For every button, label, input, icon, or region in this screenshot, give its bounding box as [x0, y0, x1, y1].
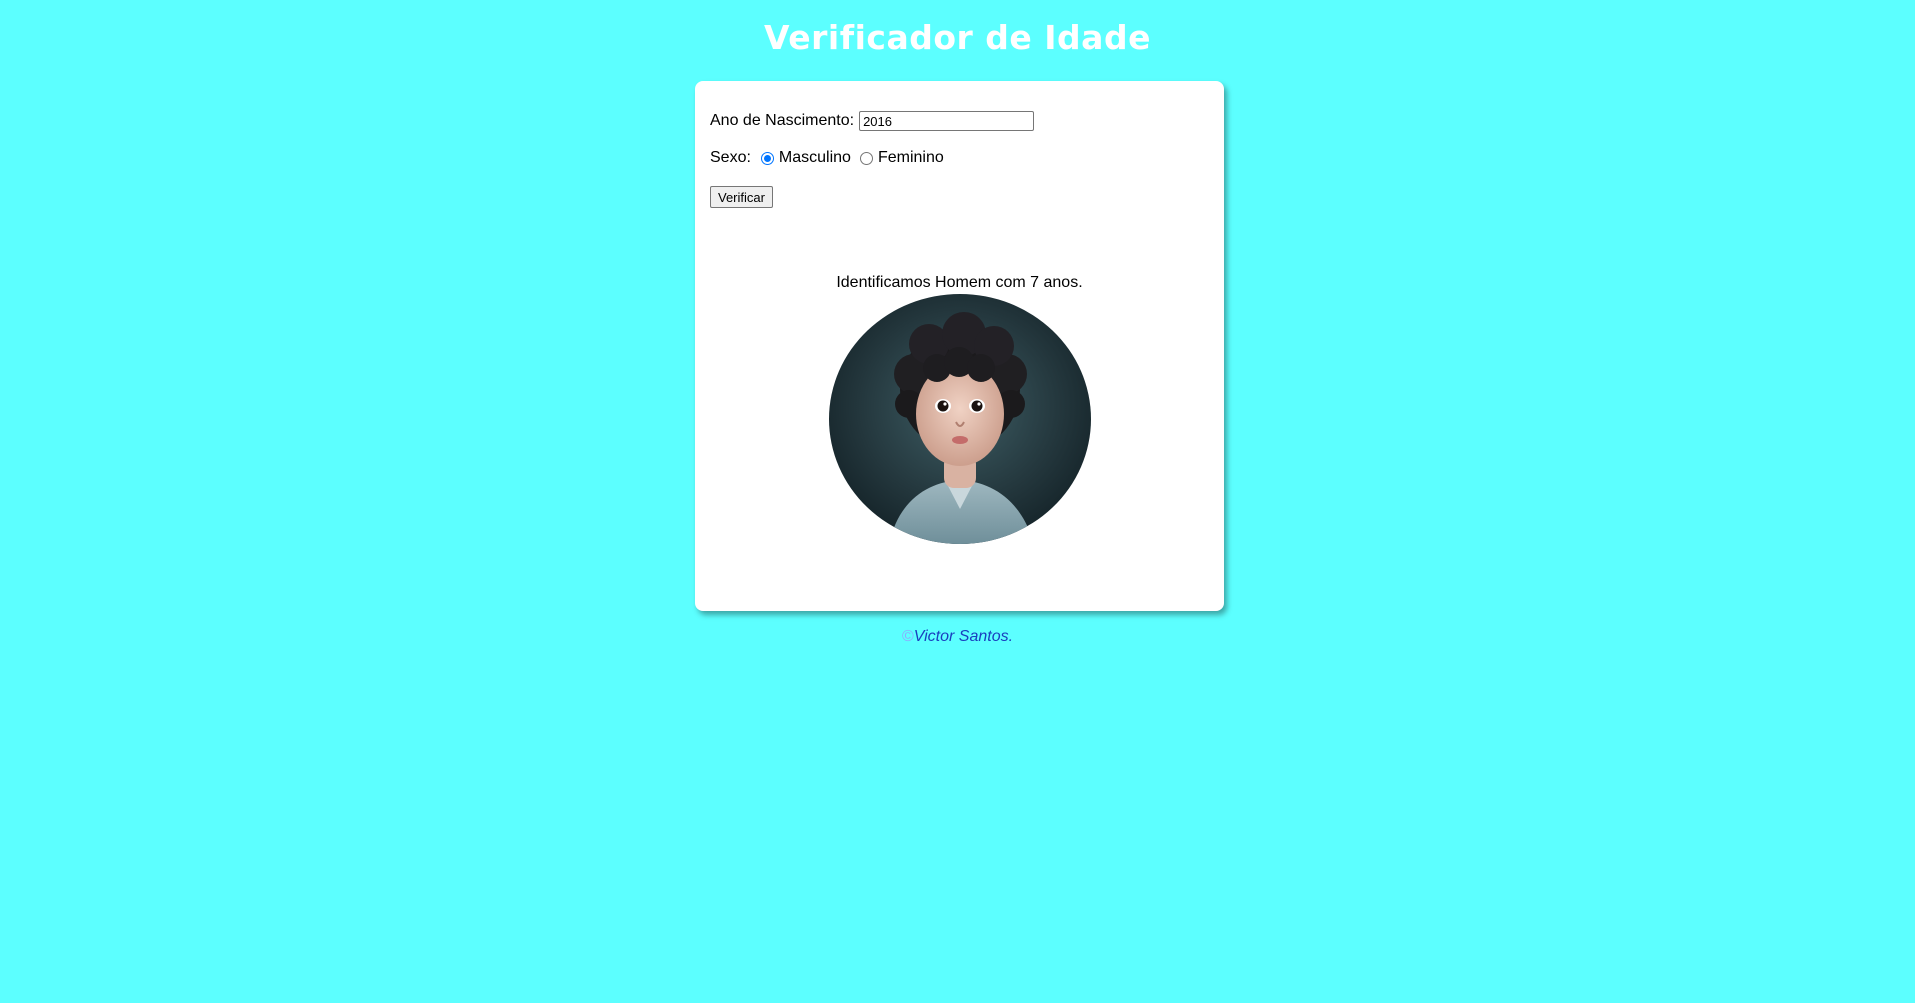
child-portrait-image	[828, 294, 1091, 544]
result-text: Identificamos Homem com 7 anos.	[836, 274, 1083, 291]
radio-masculino-label[interactable]: Masculino	[779, 149, 851, 167]
copyright-symbol: ©	[901, 628, 914, 645]
page-title: Verificador de Idade	[764, 18, 1151, 57]
footer: ©Victor Santos.	[0, 628, 1915, 646]
sex-row: Sexo: Masculino Feminino	[710, 149, 944, 167]
radio-masculino[interactable]	[760, 151, 774, 165]
author-link[interactable]: Victor Santos.	[914, 628, 1013, 645]
sex-label: Sexo:	[710, 149, 751, 166]
radio-feminino[interactable]	[859, 151, 873, 165]
verifier-card: Ano de Nascimento: Sexo: Masculino Femin…	[695, 81, 1224, 611]
birth-year-input[interactable]	[859, 111, 1035, 131]
radio-feminino-label[interactable]: Feminino	[878, 149, 944, 167]
result-panel: Identificamos Homem com 7 anos.	[695, 274, 1224, 544]
birth-year-label: Ano de Nascimento:	[710, 112, 855, 129]
birth-year-row: Ano de Nascimento:	[710, 111, 1035, 131]
verify-button[interactable]: Verificar	[710, 186, 773, 208]
